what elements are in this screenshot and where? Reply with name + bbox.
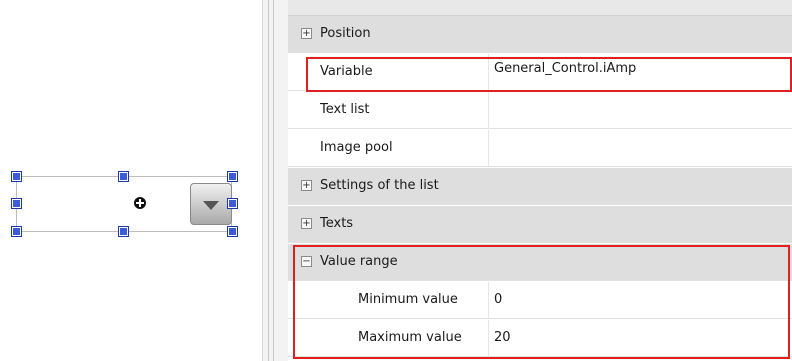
column-divider	[488, 130, 489, 167]
expand-icon[interactable]: +	[301, 218, 312, 229]
splitter-line	[273, 0, 274, 361]
dropdown-arrow-icon	[203, 201, 219, 210]
category-settings-of-the-list[interactable]: + Settings of the list	[288, 168, 792, 205]
design-canvas[interactable]	[0, 0, 262, 361]
selection-handle-icon[interactable]	[118, 226, 129, 237]
property-label: Settings of the list	[320, 178, 439, 193]
property-text-list[interactable]: Text list	[288, 92, 792, 129]
category-texts[interactable]: + Texts	[288, 206, 792, 243]
selection-handle-icon[interactable]	[11, 198, 22, 209]
splitter-line	[268, 0, 269, 361]
category-position[interactable]: + Position	[288, 16, 792, 53]
highlight-box-value-range	[293, 245, 790, 359]
combo-box-control[interactable]	[16, 176, 232, 232]
grid-header-strip	[288, 0, 792, 16]
highlight-box-variable	[306, 57, 792, 92]
properties-grid: + Position Variable General_Control.iAmp…	[288, 0, 792, 361]
selection-handle-icon[interactable]	[227, 226, 238, 237]
property-label: Image pool	[320, 140, 393, 155]
selection-handle-icon[interactable]	[11, 226, 22, 237]
property-label: Text list	[320, 102, 370, 117]
move-crosshair-icon[interactable]	[134, 197, 146, 209]
expand-icon[interactable]: +	[301, 180, 312, 191]
property-image-pool[interactable]: Image pool	[288, 130, 792, 167]
property-label: Texts	[320, 216, 354, 231]
panel-splitter[interactable]	[262, 0, 288, 361]
selection-handle-icon[interactable]	[11, 171, 22, 182]
expand-icon[interactable]: +	[301, 28, 312, 39]
selection-handle-icon[interactable]	[227, 171, 238, 182]
selection-handle-icon[interactable]	[227, 198, 238, 209]
dropdown-button[interactable]	[190, 183, 232, 225]
column-divider	[488, 92, 489, 129]
property-label: Position	[320, 26, 371, 41]
selection-handle-icon[interactable]	[118, 171, 129, 182]
